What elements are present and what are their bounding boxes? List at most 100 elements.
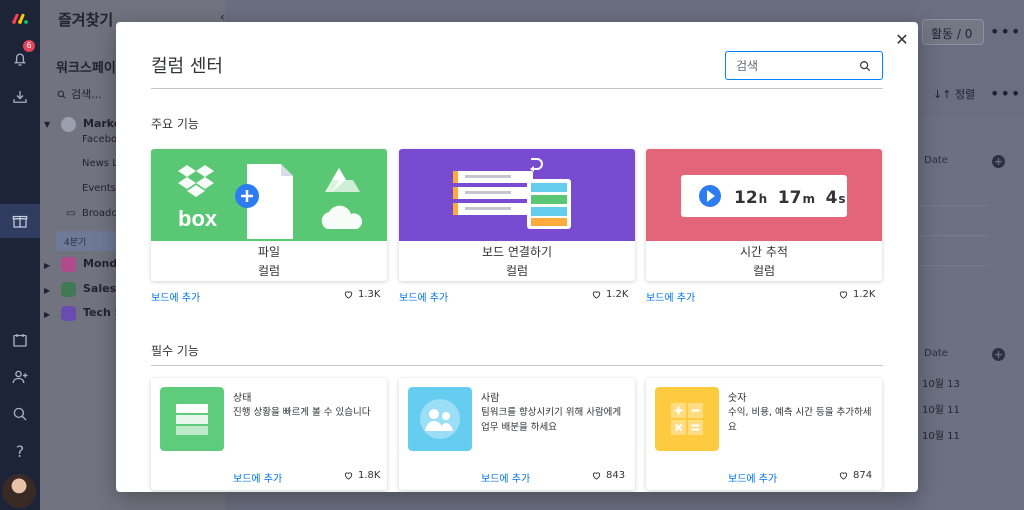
add-to-board-link[interactable]: 보드에 추가 — [728, 470, 777, 485]
card-title: 보드 연결하기 컬럼 — [399, 243, 635, 281]
sidebar-search[interactable]: 검색... — [56, 86, 102, 102]
left-rail: 6 ? — [0, 0, 40, 510]
like-count-value: 1.2K — [853, 289, 876, 300]
table-row[interactable] — [918, 176, 990, 206]
column-search[interactable] — [725, 51, 883, 80]
people-icon — [408, 387, 472, 451]
connect-boards-column-card[interactable]: 보드 연결하기 컬럼 — [399, 149, 635, 281]
date-cell[interactable]: 10월 11 — [922, 427, 960, 442]
time-tracking-illustration: 12h 17m 4s — [646, 149, 882, 241]
card-title: 상태 — [233, 393, 252, 404]
numbers-column-card[interactable]: 숫자 수익, 비용, 예측 시간 등을 추가하세요 보드에 추가 874 — [646, 378, 882, 490]
sort-button[interactable]: ↓↑ 정렬 — [933, 86, 975, 102]
like-count[interactable]: 843 — [591, 470, 625, 481]
more-icon[interactable]: ••• — [990, 22, 1021, 41]
heart-icon — [839, 472, 848, 480]
add-column-icon[interactable]: + — [992, 348, 1005, 361]
card-title-line2: 컬럼 — [257, 264, 281, 278]
add-to-board-link[interactable]: 보드에 추가 — [399, 289, 448, 304]
timer-readout: 12h 17m 4s — [734, 188, 846, 208]
favorites-title: 즐겨찾기 — [58, 11, 114, 29]
divider — [151, 88, 883, 89]
folder-icon: ▭ — [66, 208, 76, 219]
workspace-icon — [61, 117, 76, 132]
inbox-download-icon[interactable] — [0, 80, 40, 114]
card-description: 팀워크를 향상시키기 위해 사람에게 업무 배분을 하세요 — [481, 407, 622, 433]
table-row[interactable] — [918, 206, 990, 236]
featured-section-title: 주요 기능 — [151, 117, 199, 131]
date-cell[interactable]: 10월 13 — [922, 375, 960, 390]
add-to-board-link[interactable]: 보드에 추가 — [233, 470, 282, 485]
gift-icon[interactable] — [0, 204, 40, 238]
caret-right-icon[interactable]: ▶ — [44, 310, 50, 319]
activity-button[interactable]: 활동 / 0 — [922, 19, 984, 45]
card-title-line1: 파일 — [257, 245, 281, 259]
sort-label: 정렬 — [954, 88, 976, 101]
status-icon — [160, 387, 224, 451]
caret-down-icon[interactable]: ▼ — [44, 120, 50, 129]
status-column-card[interactable]: 상태 진행 상황을 빠르게 볼 수 있습니다 보드에 추가 1.8K — [151, 378, 387, 490]
file-column-illustration: box — [151, 149, 387, 241]
avatar[interactable] — [2, 474, 36, 508]
file-column-card[interactable]: box 파일 컬럼 — [151, 149, 387, 281]
more-icon[interactable]: ••• — [990, 84, 1021, 103]
like-count-value: 1.8K — [358, 470, 381, 481]
divider — [151, 365, 883, 366]
time-tracking-column-card[interactable]: 12h 17m 4s 시간 추적 컬럼 — [646, 149, 882, 281]
card-title-line2: 컬럼 — [505, 264, 529, 278]
heart-icon — [592, 291, 601, 299]
sidebar-search-placeholder: 검색... — [71, 88, 102, 101]
calendar-icon[interactable] — [0, 323, 40, 357]
search-icon[interactable] — [858, 59, 872, 73]
card-title: 숫자 — [728, 393, 747, 404]
add-to-board-link[interactable]: 보드에 추가 — [646, 289, 695, 304]
card-title: 파일 컬럼 — [151, 243, 387, 281]
heart-icon — [592, 472, 601, 480]
people-column-card[interactable]: 사람 팀워크를 향상시키기 위해 사람에게 업무 배분을 하세요 보드에 추가 … — [399, 378, 635, 490]
search-icon[interactable] — [0, 397, 40, 431]
monday-logo-icon[interactable] — [0, 2, 40, 36]
workspace-icon — [61, 257, 76, 272]
table-row[interactable] — [918, 236, 990, 266]
like-count-value: 874 — [853, 470, 873, 481]
heart-icon — [344, 472, 353, 480]
card-title-line1: 시간 추적 — [740, 245, 788, 259]
connect-boards-illustration — [399, 149, 635, 241]
like-count[interactable]: 874 — [838, 470, 872, 481]
card-title-line1: 보드 연결하기 — [481, 245, 553, 259]
like-count-value: 1.3K — [358, 289, 381, 300]
like-count[interactable]: 1.3K — [343, 289, 380, 300]
like-count[interactable]: 1.2K — [591, 289, 628, 300]
caret-right-icon[interactable]: ▶ — [44, 261, 50, 270]
like-count[interactable]: 1.8K — [343, 470, 380, 481]
help-icon[interactable]: ? — [0, 434, 40, 468]
add-to-board-link[interactable]: 보드에 추가 — [481, 470, 530, 485]
date-column-header: Date — [924, 155, 948, 166]
card-description: 수익, 비용, 예측 시간 등을 추가하세요 — [728, 407, 872, 433]
search-input[interactable] — [736, 58, 854, 73]
search-icon — [57, 90, 66, 98]
date-cell[interactable]: 10월 11 — [922, 401, 960, 416]
modal-title: 컬럼 센터 — [151, 56, 223, 77]
calculator-icon — [655, 387, 719, 451]
date-column-header: Date — [924, 348, 948, 359]
card-title: 시간 추적 컬럼 — [646, 243, 882, 281]
caret-right-icon[interactable]: ▶ — [44, 286, 50, 295]
add-column-icon[interactable]: + — [992, 155, 1005, 168]
linked-board-icon — [527, 179, 571, 229]
close-icon[interactable]: ✕ — [892, 30, 912, 50]
add-to-board-link[interactable]: 보드에 추가 — [151, 289, 200, 304]
heart-icon — [344, 291, 353, 299]
like-count-value: 843 — [606, 470, 626, 481]
column-center-modal: ✕ 컬럼 센터 주요 기능 box 파일 컬럼 — [116, 22, 918, 492]
notification-badge: 6 — [23, 40, 35, 52]
heart-icon — [839, 291, 848, 299]
board-rows-icon — [453, 171, 533, 215]
like-count-value: 1.2K — [606, 289, 629, 300]
card-description: 진행 상황을 빠르게 볼 수 있습니다 — [233, 407, 371, 418]
like-count[interactable]: 1.2K — [838, 289, 875, 300]
invite-user-icon[interactable] — [0, 360, 40, 394]
essential-section-title: 필수 기능 — [151, 344, 199, 358]
card-title-line2: 컬럼 — [752, 264, 776, 278]
workspace-title[interactable]: 워크스페이 — [56, 57, 116, 76]
